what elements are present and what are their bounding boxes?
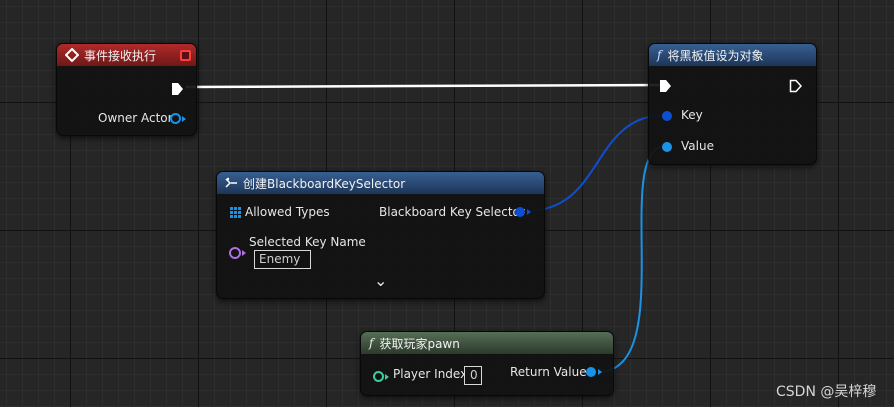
selected-key-name-label: Selected Key Name	[249, 235, 366, 249]
player-index-label: Player Index	[393, 367, 468, 381]
exec-out-pin[interactable]	[789, 79, 803, 93]
selector-output-pin-arrow	[527, 209, 531, 215]
delegate-pin-icon[interactable]	[180, 50, 191, 61]
set-blackboard-value-node[interactable]: f 将黑板值设为对象 Key Value	[648, 43, 817, 165]
event-node-title: 事件接收执行	[84, 48, 157, 63]
key-selector-wire[interactable]	[525, 114, 667, 212]
pawn-node-header[interactable]: f 获取玩家pawn	[361, 332, 613, 354]
pawn-node-title: 获取玩家pawn	[379, 336, 460, 351]
selected-key-name-input[interactable]: Enemy	[254, 250, 311, 269]
function-icon: f	[369, 336, 374, 350]
make-blackboard-key-selector-node[interactable]: 创建BlackboardKeySelector Allowed Types Bl…	[216, 171, 545, 299]
value-label: Value	[681, 139, 714, 153]
return-value-pin-arrow	[598, 369, 602, 375]
make-node-title: 创建BlackboardKeySelector	[243, 176, 406, 191]
key-label: Key	[681, 108, 703, 122]
event-node[interactable]: 事件接收执行 Owner Actor	[56, 43, 197, 136]
watermark: CSDN @吴梓穆	[776, 384, 877, 400]
selector-output-pin[interactable]	[515, 207, 525, 217]
exec-out-pin[interactable]	[171, 82, 185, 96]
make-node-header[interactable]: 创建BlackboardKeySelector	[217, 172, 544, 194]
key-pin[interactable]	[662, 111, 672, 121]
value-pin[interactable]	[662, 142, 672, 152]
allowed-types-label: Allowed Types	[245, 205, 330, 219]
expand-chevron-icon[interactable]: ⌄	[374, 273, 387, 289]
selected-key-name-pin-arrow	[242, 250, 246, 256]
event-icon	[65, 48, 79, 62]
exec-in-pin[interactable]	[659, 79, 673, 93]
return-value-label: Return Value	[510, 365, 587, 379]
owner-actor-label: Owner Actor	[98, 111, 173, 125]
get-player-pawn-node[interactable]: f 获取玩家pawn Player Index 0 Return Value	[360, 331, 614, 396]
player-index-pin[interactable]	[373, 371, 384, 382]
player-index-input[interactable]: 0	[464, 366, 482, 385]
make-struct-icon	[225, 177, 237, 188]
owner-actor-pin[interactable]	[170, 113, 181, 124]
selector-output-label: Blackboard Key Selector	[379, 205, 525, 219]
event-node-header[interactable]: 事件接收执行	[57, 44, 196, 66]
set-node-title: 将黑板值设为对象	[667, 48, 764, 63]
selected-key-name-pin[interactable]	[229, 247, 241, 259]
owner-actor-pin-arrow	[182, 116, 186, 122]
return-value-pin[interactable]	[586, 367, 596, 377]
exec-wire[interactable]	[185, 83, 663, 89]
array-pin-icon[interactable]	[230, 207, 241, 218]
function-icon: f	[657, 48, 662, 62]
player-index-pin-arrow	[385, 374, 389, 380]
set-node-header[interactable]: f 将黑板值设为对象	[649, 44, 816, 66]
